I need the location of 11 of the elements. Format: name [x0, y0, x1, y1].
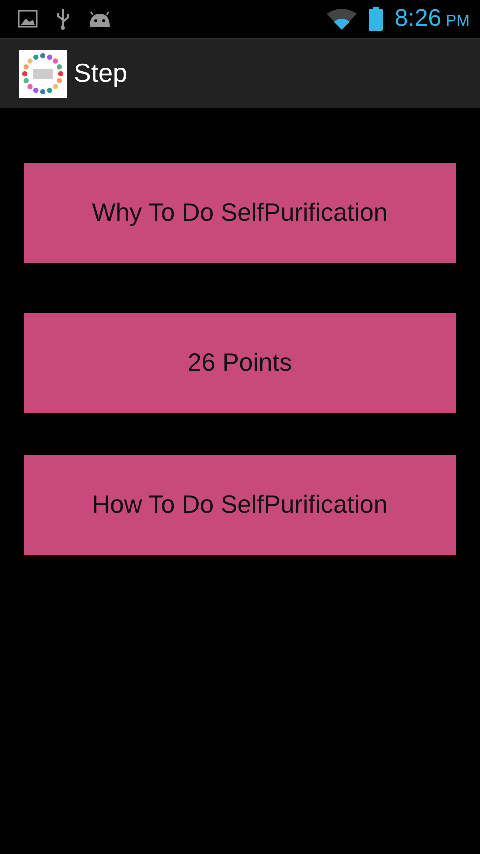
picture-icon [18, 10, 38, 28]
app-logo[interactable] [19, 50, 67, 98]
wifi-icon [326, 8, 357, 30]
battery-icon [368, 7, 383, 31]
android-icon [88, 11, 112, 27]
clock-time: 8:26 PM [394, 5, 470, 33]
menu-button[interactable]: 26 Points [24, 313, 456, 413]
screen-title: Step [74, 58, 128, 89]
menu-button[interactable]: How To Do SelfPurification [24, 455, 456, 555]
usb-icon [56, 8, 70, 30]
menu-button[interactable]: Why To Do SelfPurification [24, 163, 456, 263]
